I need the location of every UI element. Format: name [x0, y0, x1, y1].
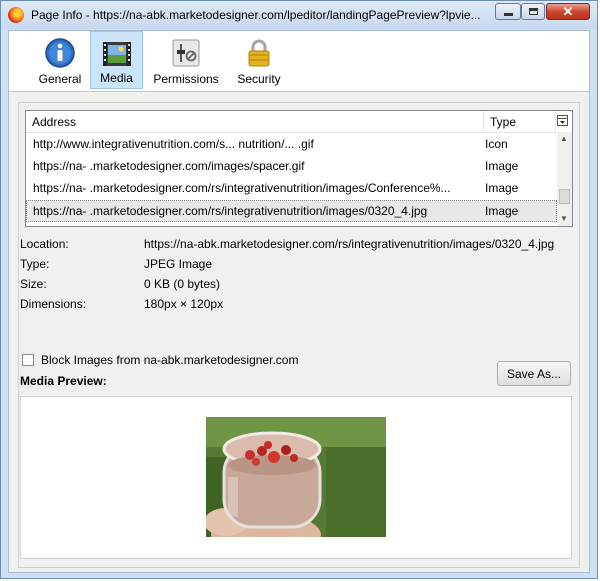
column-header-address[interactable]: Address: [32, 115, 76, 129]
location-label: Location:: [20, 237, 69, 251]
column-divider[interactable]: [555, 111, 556, 132]
list-scrollbar[interactable]: ▲ ▼: [557, 132, 572, 226]
dimensions-label: Dimensions:: [20, 297, 87, 311]
column-picker-icon[interactable]: [557, 115, 568, 126]
row-address: https://na- .marketodesigner.com/rs/inte…: [33, 204, 428, 218]
row-type: Image: [485, 204, 519, 218]
info-icon: [45, 38, 75, 68]
column-divider[interactable]: [483, 111, 484, 132]
row-address: https://na- .marketodesigner.com/images/…: [33, 159, 305, 173]
scroll-down-icon[interactable]: ▼: [560, 214, 568, 223]
type-value: JPEG Image: [144, 257, 213, 271]
tab-general-label: General: [38, 72, 82, 86]
type-label: Type:: [20, 257, 50, 271]
row-type: Image: [485, 159, 519, 173]
close-icon: ✕: [562, 3, 574, 19]
scrollbar-thumb[interactable]: [559, 189, 570, 204]
column-header-type[interactable]: Type: [490, 115, 516, 129]
maximize-icon: [528, 8, 538, 15]
tab-security-label: Security: [237, 72, 281, 86]
minimize-button[interactable]: [495, 3, 521, 20]
row-type: Icon: [485, 137, 508, 151]
list-row[interactable]: http://www.integrativenutrition.com/s...…: [26, 133, 557, 155]
media-list[interactable]: Address Type http://www.integrativenutri…: [25, 110, 573, 227]
row-address: https://na- .marketodesigner.com/rs/inte…: [33, 181, 451, 195]
size-value: 0 KB (0 bytes): [144, 277, 221, 291]
firefox-icon: [8, 7, 24, 23]
page-info-window: Page Info - https://na-abk.marketodesign…: [0, 0, 598, 579]
media-preview-label: Media Preview:: [20, 374, 107, 388]
location-value: https://na-abk.marketodesigner.com/rs/in…: [144, 237, 555, 251]
permissions-icon: [172, 39, 200, 67]
tab-security[interactable]: Security: [231, 31, 287, 89]
block-images-option[interactable]: Block Images from na-abk.marketodesigner…: [22, 351, 298, 369]
lock-icon: [248, 39, 270, 67]
tab-toolbar: General Media Permissions Security: [9, 31, 589, 92]
window-title: Page Info - https://na-abk.marketodesign…: [31, 8, 481, 22]
tab-permissions-label: Permissions: [153, 72, 219, 86]
client-area: General Media Permissions Security Addre…: [8, 30, 590, 573]
tab-general[interactable]: General: [30, 31, 90, 89]
list-row[interactable]: https://na- .marketodesigner.com/images/…: [26, 155, 557, 177]
scroll-up-icon[interactable]: ▲: [560, 134, 568, 143]
close-button[interactable]: ✕: [546, 3, 590, 20]
tab-permissions[interactable]: Permissions: [146, 31, 226, 89]
size-label: Size:: [20, 277, 47, 291]
save-as-button[interactable]: Save As...: [497, 361, 571, 386]
tab-media[interactable]: Media: [90, 31, 143, 89]
tab-media-label: Media: [100, 71, 133, 85]
row-address: http://www.integrativenutrition.com/s...…: [33, 137, 314, 151]
media-preview-box: [20, 396, 572, 559]
row-type: Image: [485, 181, 519, 195]
media-panel: Address Type http://www.integrativenutri…: [18, 102, 580, 568]
minimize-icon: [503, 13, 513, 16]
block-images-checkbox[interactable]: [22, 354, 34, 366]
list-row-selected[interactable]: https://na- .marketodesigner.com/rs/inte…: [26, 200, 557, 222]
dimensions-value: 180px × 120px: [144, 297, 224, 311]
list-header: Address Type: [26, 111, 572, 133]
maximize-button[interactable]: [521, 3, 545, 20]
list-row[interactable]: https://na- .marketodesigner.com/rs/inte…: [26, 177, 557, 199]
block-images-label: Block Images from na-abk.marketodesigner…: [41, 353, 299, 367]
media-icon: [103, 42, 131, 66]
preview-image: [206, 417, 386, 537]
title-bar[interactable]: Page Info - https://na-abk.marketodesign…: [1, 1, 597, 29]
